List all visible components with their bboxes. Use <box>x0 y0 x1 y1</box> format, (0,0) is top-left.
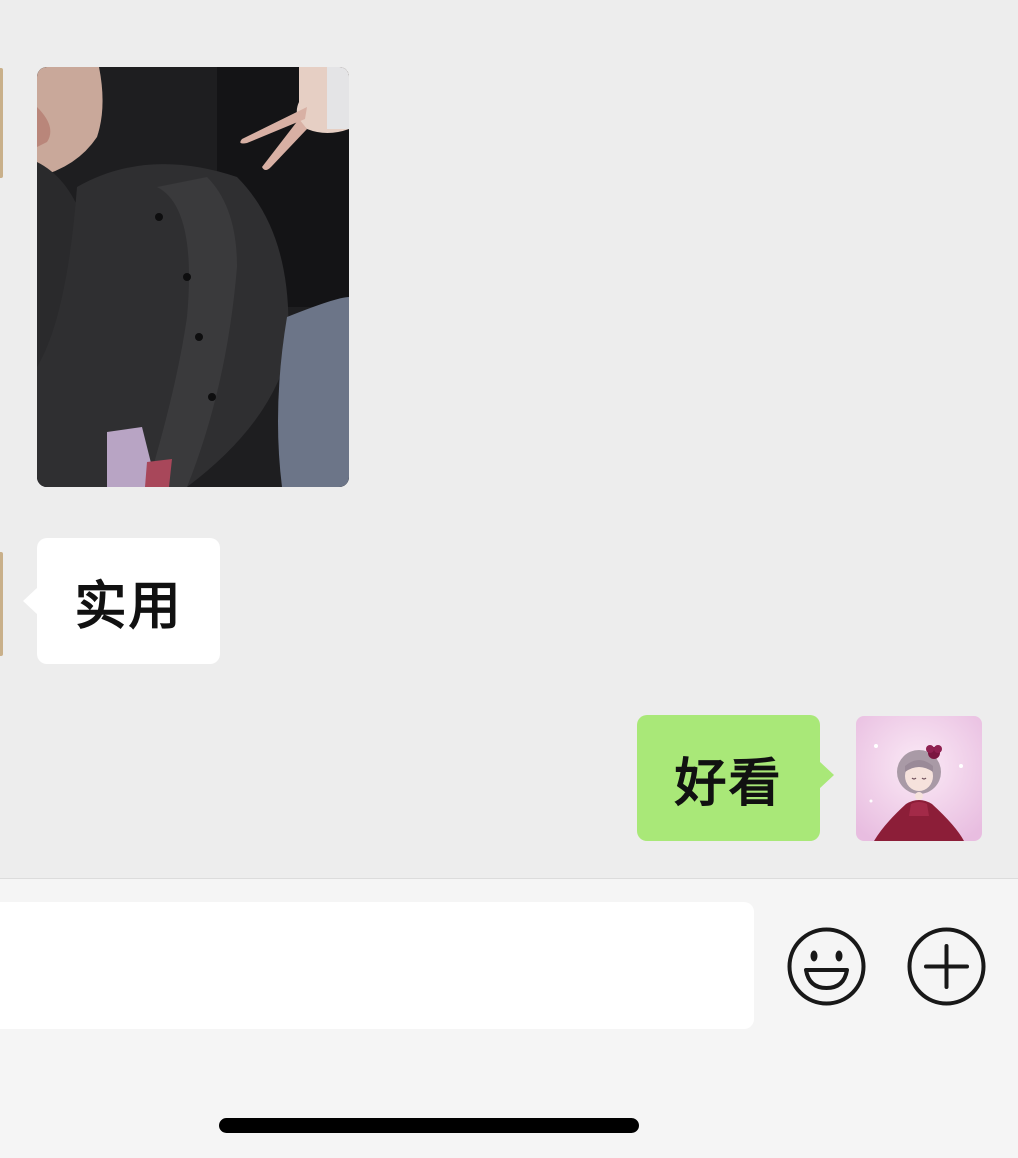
more-options-button[interactable] <box>906 926 987 1007</box>
chat-message-list[interactable]: 实用 好看 <box>0 0 1018 878</box>
sent-message-bubble[interactable]: 好看 <box>637 715 834 841</box>
plus-circle-icon <box>907 927 986 1006</box>
home-indicator[interactable] <box>219 1118 639 1133</box>
input-toolbar <box>0 878 1018 1158</box>
sender-avatar-edge[interactable] <box>0 552 3 656</box>
emoji-button[interactable] <box>786 926 867 1007</box>
photo-image <box>37 67 349 487</box>
message-text: 好看 <box>674 753 783 814</box>
image-message[interactable] <box>37 67 349 487</box>
cartoon-girl-avatar-icon <box>856 716 982 841</box>
sender-avatar-edge[interactable] <box>0 68 3 178</box>
message-input[interactable] <box>0 902 754 1029</box>
message-text: 实用 <box>74 576 183 637</box>
emoji-smiley-icon <box>787 927 866 1006</box>
my-avatar[interactable] <box>856 716 982 841</box>
received-message-bubble[interactable]: 实用 <box>23 538 220 664</box>
